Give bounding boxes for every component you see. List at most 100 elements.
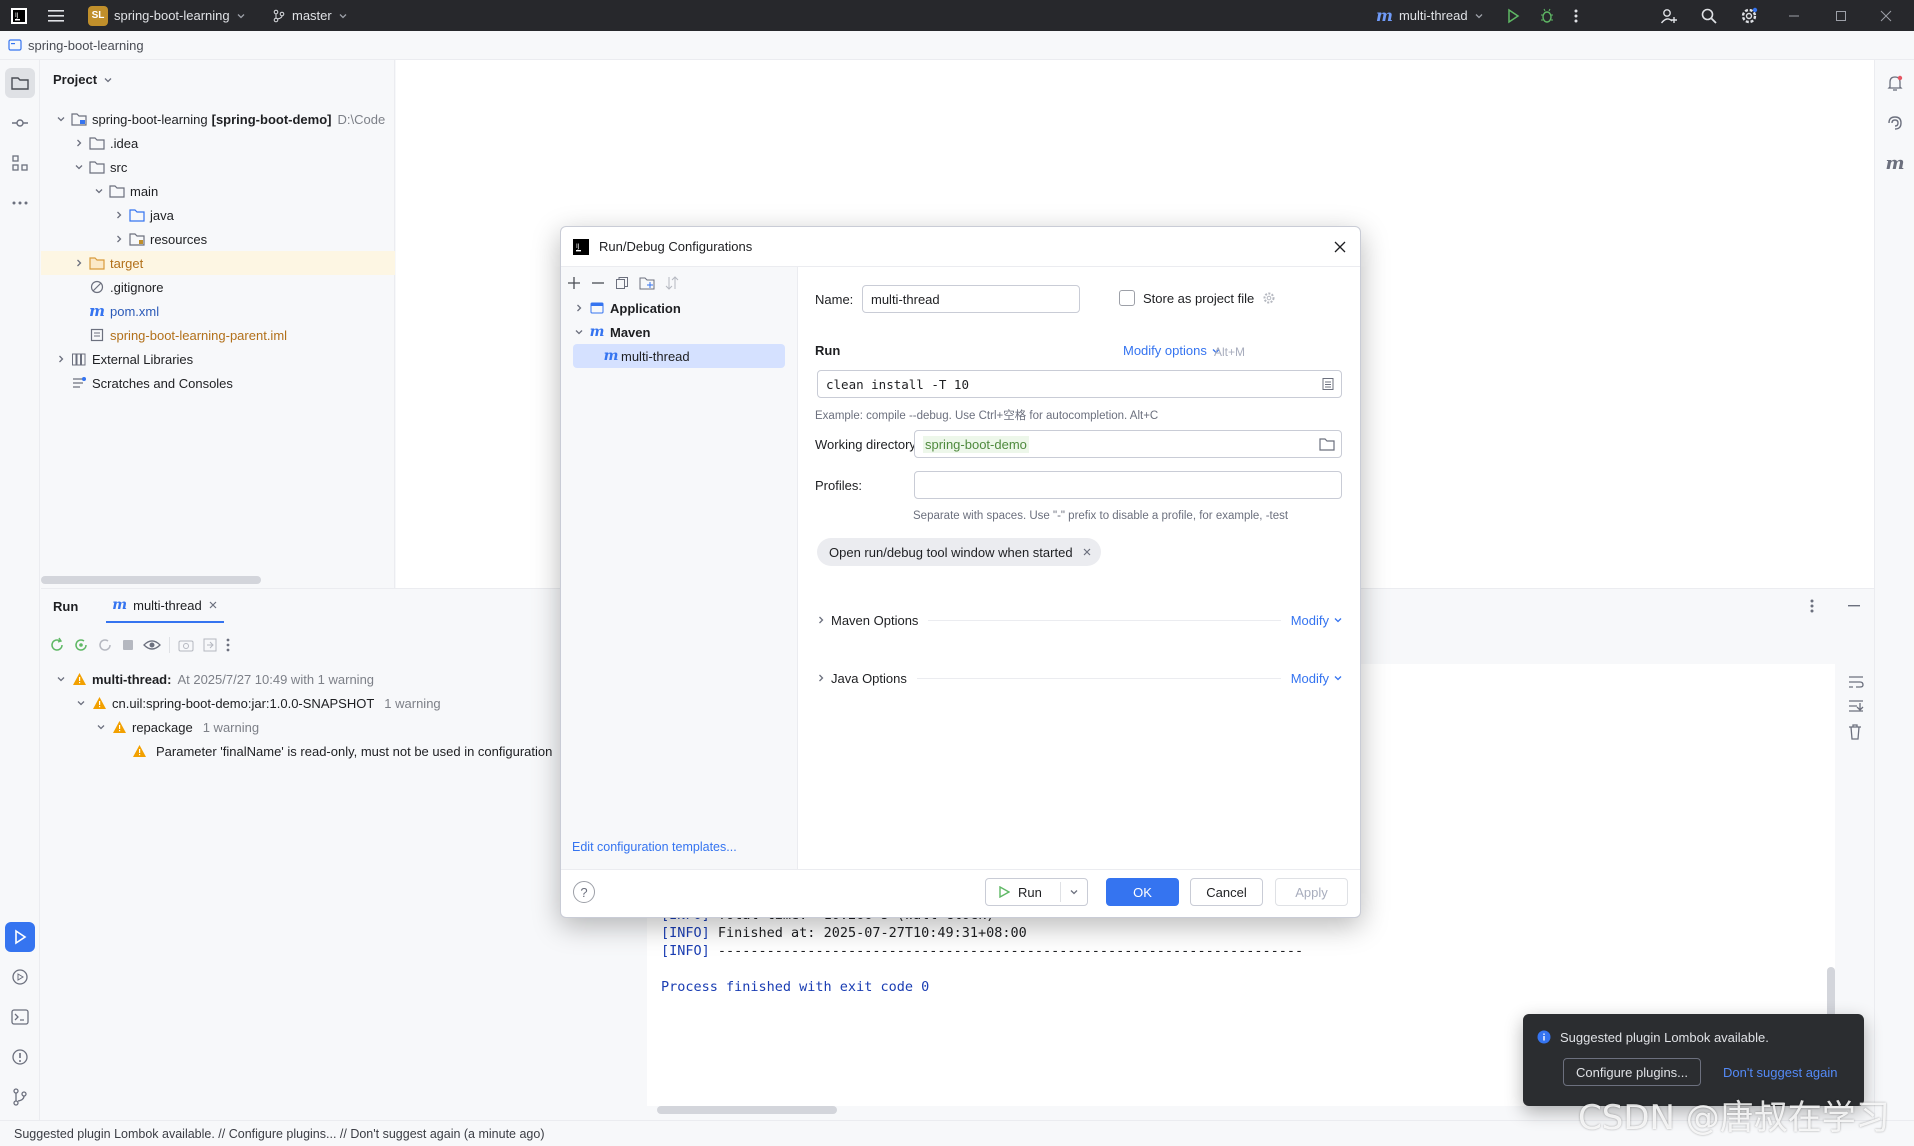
chevron-down-icon[interactable] <box>1069 887 1079 897</box>
status-message[interactable]: Suggested plugin Lombok available. // Co… <box>14 1127 545 1141</box>
project-panel-title[interactable]: Project <box>53 72 113 87</box>
working-dir-field[interactable]: spring-boot-demo <box>914 430 1342 458</box>
chevron-down-icon[interactable] <box>71 159 87 175</box>
apply-button[interactable]: Apply <box>1275 878 1348 906</box>
problems-icon[interactable] <box>5 1042 35 1072</box>
soft-wrap-icon[interactable] <box>1848 675 1864 689</box>
tree-row-external-libraries[interactable]: External Libraries <box>41 347 395 371</box>
configure-plugins-button[interactable]: Configure plugins... <box>1563 1058 1702 1086</box>
build-tree-row-repackage[interactable]: repackage 1 warning <box>93 715 259 739</box>
add-icon[interactable] <box>567 276 581 290</box>
chevron-right-icon[interactable] <box>813 670 829 686</box>
project-folder-icon[interactable] <box>5 68 35 98</box>
tree-row-iml[interactable]: spring-boot-learning-parent.iml <box>41 323 395 347</box>
eye-icon[interactable] <box>143 638 161 652</box>
ok-button[interactable]: OK <box>1106 878 1179 906</box>
more-actions-icon[interactable] <box>1574 0 1578 31</box>
more-actions-icon[interactable] <box>226 638 230 652</box>
horizontal-scrollbar[interactable] <box>41 576 261 584</box>
ai-assistant-icon[interactable] <box>1880 108 1910 138</box>
chevron-right-icon[interactable] <box>571 300 587 316</box>
search-icon[interactable] <box>1700 0 1718 31</box>
main-menu-icon[interactable] <box>48 0 66 31</box>
tab-multi-thread[interactable]: m multi-thread <box>106 589 224 623</box>
help-icon[interactable]: ? <box>573 881 595 903</box>
config-group-application[interactable]: Application <box>571 296 791 320</box>
trash-icon[interactable] <box>1848 724 1862 740</box>
structure-icon[interactable] <box>5 148 35 178</box>
chevron-right-icon[interactable] <box>53 351 69 367</box>
tree-row-idea[interactable]: .idea <box>41 131 395 155</box>
settings-gear-icon[interactable] <box>1739 0 1759 31</box>
close-dialog-icon[interactable] <box>1328 235 1352 259</box>
name-field[interactable]: multi-thread <box>862 285 1080 313</box>
tree-row-java[interactable]: java <box>41 203 395 227</box>
project-switcher[interactable]: SL spring-boot-learning <box>88 0 246 31</box>
tree-row-main[interactable]: main <box>41 179 395 203</box>
export-icon[interactable] <box>202 637 218 653</box>
remove-icon[interactable] <box>591 276 605 290</box>
browse-folder-icon[interactable] <box>1319 437 1335 451</box>
minimize-panel-icon[interactable] <box>1848 605 1860 607</box>
git-icon[interactable] <box>5 1082 35 1112</box>
debug-icon[interactable] <box>1539 0 1555 31</box>
command-line-field[interactable]: clean install -T 10 <box>817 370 1342 398</box>
modify-java-options[interactable]: Modify <box>1291 671 1343 686</box>
modify-options-link[interactable]: Modify options <box>1123 343 1221 358</box>
tree-row-resources[interactable]: resources <box>41 227 395 251</box>
run-tool-icon[interactable] <box>5 922 35 952</box>
tree-row-scratches[interactable]: Scratches and Consoles <box>41 371 395 395</box>
stop-icon[interactable] <box>121 638 135 652</box>
add-user-icon[interactable] <box>1660 0 1678 31</box>
rerun-failed-icon[interactable] <box>73 637 89 653</box>
tab-run[interactable]: Run <box>53 599 78 614</box>
tree-row-target[interactable]: target <box>41 251 395 275</box>
chevron-down-icon[interactable] <box>571 324 587 340</box>
run-icon[interactable] <box>1505 0 1521 31</box>
expand-field-icon[interactable] <box>1321 377 1335 391</box>
copy-icon[interactable] <box>615 276 629 290</box>
store-project-file[interactable]: Store as project file <box>1119 290 1276 306</box>
run-config-selector[interactable]: m multi-thread <box>1376 0 1484 31</box>
close-window-icon[interactable] <box>1880 0 1892 31</box>
camera-icon[interactable] <box>178 638 194 652</box>
ide-logo-icon[interactable]: IJ <box>10 0 28 31</box>
cancel-button[interactable]: Cancel <box>1190 878 1263 906</box>
java-options-section[interactable]: Java Options Modify <box>813 666 1343 690</box>
tree-row-src[interactable]: src <box>41 155 395 179</box>
terminal-icon[interactable] <box>5 1002 35 1032</box>
run-button[interactable]: Run <box>985 878 1088 906</box>
config-group-maven[interactable]: m Maven <box>571 320 791 344</box>
notifications-icon[interactable] <box>1880 68 1910 98</box>
open-tool-window-chip[interactable]: Open run/debug tool window when started <box>817 538 1101 566</box>
profiles-field[interactable] <box>914 471 1342 499</box>
chevron-right-icon[interactable] <box>813 612 829 628</box>
build-tree-row-artifact[interactable]: cn.uil:spring-boot-demo:jar:1.0.0-SNAPSH… <box>73 691 441 715</box>
rerun-icon[interactable] <box>49 637 65 653</box>
more-tools-icon[interactable] <box>5 188 35 218</box>
breadcrumb-item[interactable]: spring-boot-learning <box>28 38 144 53</box>
close-tab-icon[interactable] <box>208 600 218 610</box>
build-tree-row-warning[interactable]: Parameter 'finalName' is read-only, must… <box>129 739 559 763</box>
scroll-to-end-icon[interactable] <box>1848 699 1864 713</box>
chevron-right-icon[interactable] <box>71 135 87 151</box>
services-icon[interactable] <box>5 962 35 992</box>
chevron-right-icon[interactable] <box>111 207 127 223</box>
chevron-right-icon[interactable] <box>71 255 87 271</box>
modify-maven-options[interactable]: Modify <box>1291 613 1343 628</box>
tree-row-gitignore[interactable]: .gitignore <box>41 275 395 299</box>
minimize-icon[interactable] <box>1788 0 1800 31</box>
build-tree-row-root[interactable]: multi-thread: At 2025/7/27 10:49 with 1 … <box>53 667 613 691</box>
new-folder-icon[interactable] <box>639 276 655 290</box>
maven-options-section[interactable]: Maven Options Modify <box>813 608 1343 632</box>
config-item-multi-thread[interactable]: m multi-thread <box>573 344 785 368</box>
chevron-right-icon[interactable] <box>111 231 127 247</box>
chevron-down-icon[interactable] <box>91 183 107 199</box>
chevron-down-icon[interactable] <box>53 111 69 127</box>
chevron-down-icon[interactable] <box>93 719 109 735</box>
rerun-disabled-icon[interactable] <box>97 637 113 653</box>
dont-suggest-link[interactable]: Don't suggest again <box>1723 1065 1838 1080</box>
gear-icon[interactable] <box>1262 291 1276 305</box>
remove-chip-icon[interactable] <box>1083 548 1091 556</box>
chevron-down-icon[interactable] <box>73 695 89 711</box>
